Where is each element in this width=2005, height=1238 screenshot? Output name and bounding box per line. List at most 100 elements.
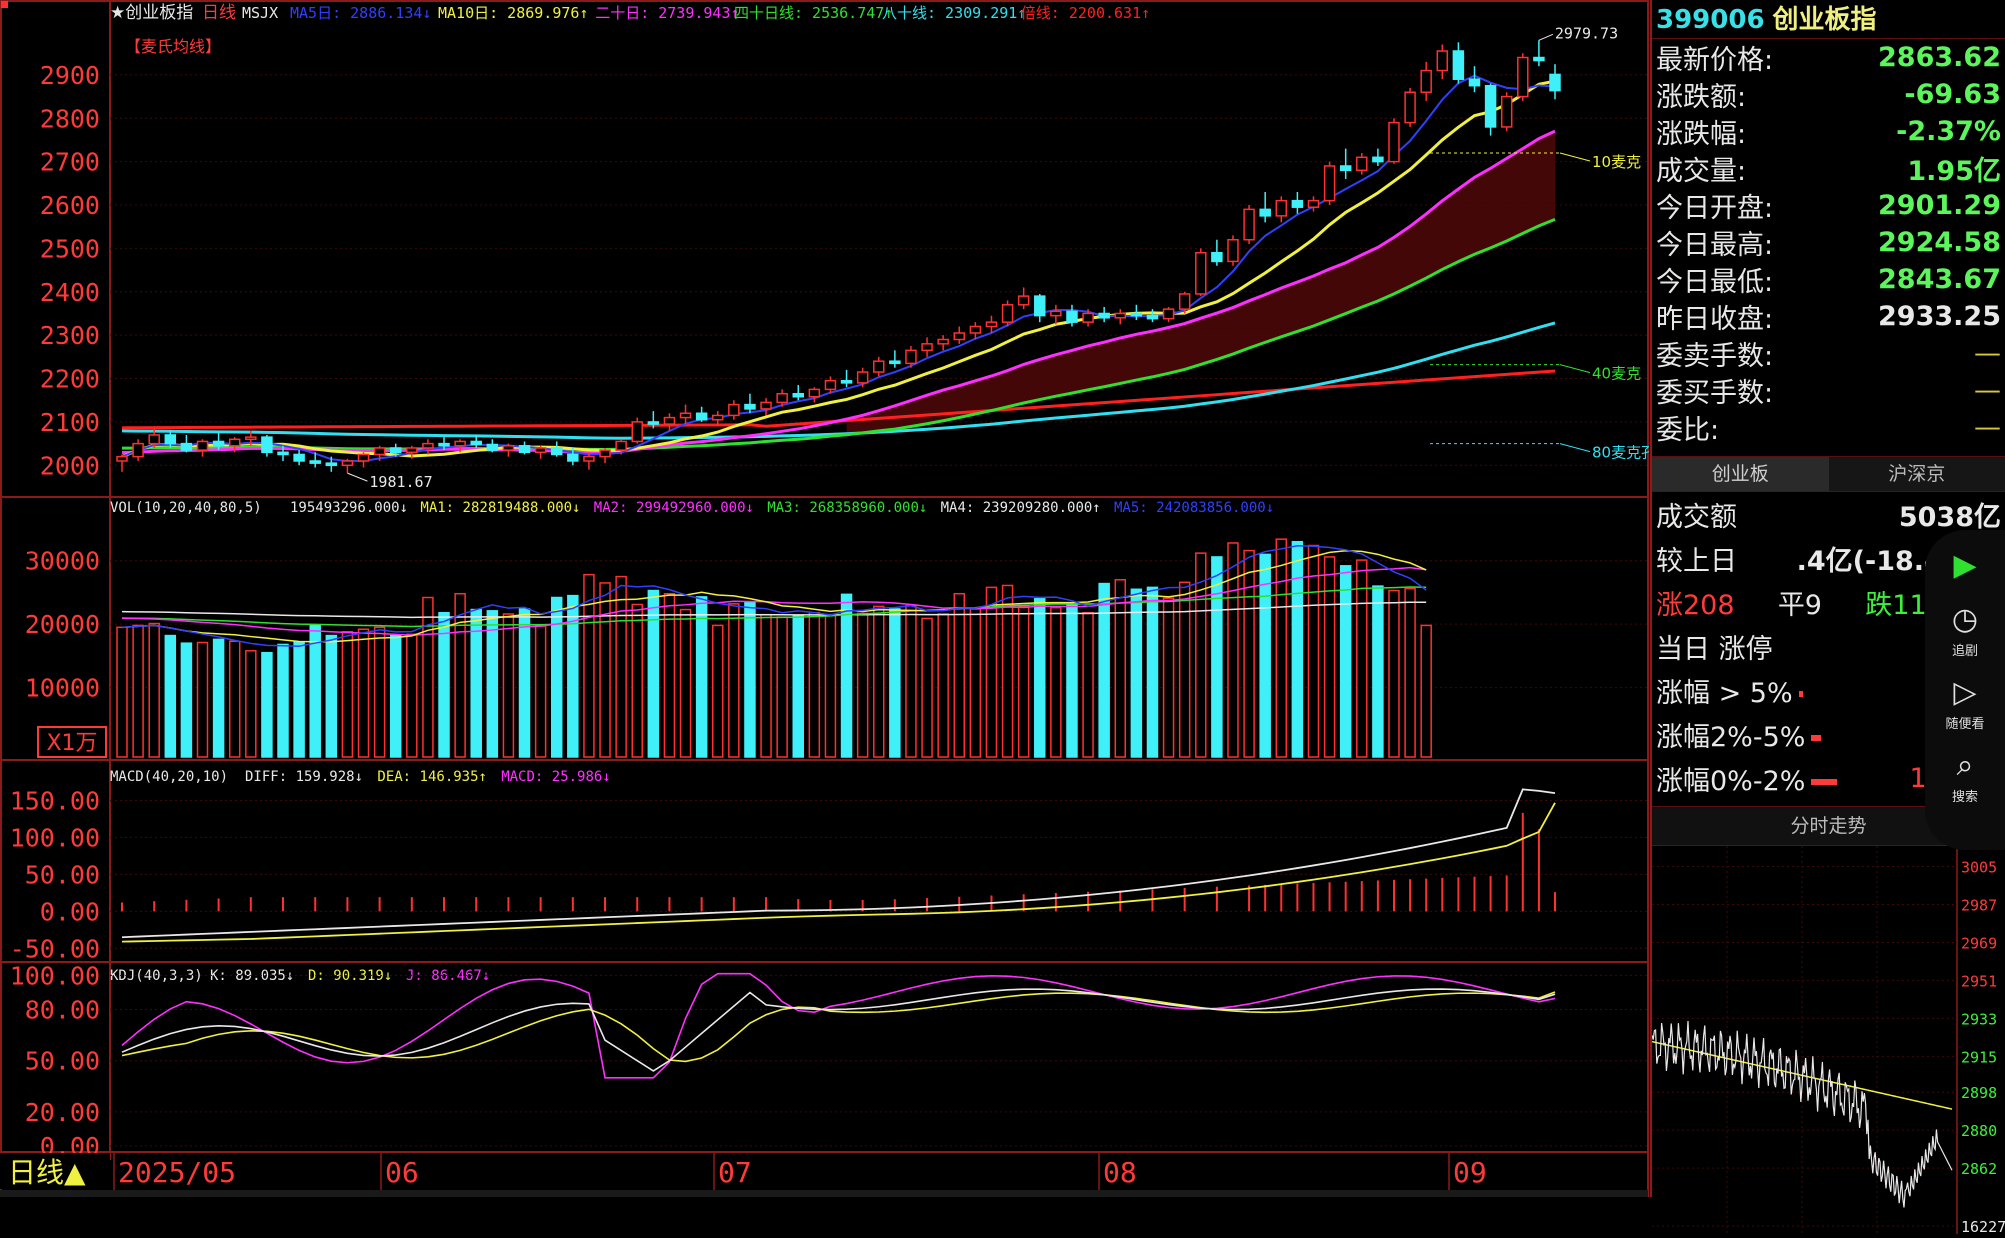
tab-hushen[interactable]: 沪深京 xyxy=(1829,457,2005,491)
candle-body xyxy=(1308,201,1318,208)
kdj-legend-item: J: 86.467↓ xyxy=(406,968,490,984)
candle-body xyxy=(165,435,175,444)
volume-bar xyxy=(165,636,175,757)
quote-value: 1.95亿 xyxy=(1907,149,2001,188)
turnover-row: 成交额 5038亿 xyxy=(1652,492,2005,536)
price-tick: 2700 xyxy=(40,148,100,177)
volume-bar xyxy=(713,625,723,757)
low-label: 1981.67 xyxy=(369,473,432,491)
volume-bar xyxy=(681,610,691,757)
play-icon: ▶ xyxy=(1935,546,1995,586)
period-label: 日线 xyxy=(202,3,236,23)
vol-legend-item: MA5: 242083856.000↓ xyxy=(1114,500,1274,516)
volume-bar xyxy=(1067,605,1077,757)
time-label: 08 xyxy=(1103,1156,1137,1189)
vol-tick: 30000 xyxy=(25,547,100,576)
intraday-tick: 2880 xyxy=(1961,1122,1997,1140)
candle-body xyxy=(1067,311,1077,322)
price-tick: 2600 xyxy=(40,191,100,220)
quote-row: 今日开盘:2901.29 xyxy=(1652,187,2005,224)
turnover-label: 成交额 xyxy=(1656,495,1737,534)
quote-row: 今日最高:2924.58 xyxy=(1652,224,2005,261)
volume-bar xyxy=(793,616,803,757)
quote-label: 委卖手数: xyxy=(1656,334,1773,373)
candle-body xyxy=(471,441,481,444)
float-menu-item[interactable]: ⌕搜索 xyxy=(1935,746,1995,805)
candle-body xyxy=(825,381,835,390)
kline-chart-svg[interactable]: ★创业板指日线MSJXMA5日: 2886.134↓MA10日: 2869.97… xyxy=(0,0,1650,1197)
tab-chinext[interactable]: 创业板 xyxy=(1652,457,1829,491)
time-label: 2025/05 xyxy=(118,1156,236,1189)
volume-bar xyxy=(954,594,964,757)
volume-bar xyxy=(407,634,417,757)
chart-subtitle: 【麦氏均线】 xyxy=(125,37,221,56)
vol-tick: 20000 xyxy=(25,610,100,639)
period-switch[interactable]: 日线▲ xyxy=(8,1156,86,1189)
float-menu-item[interactable]: ▶ xyxy=(1935,546,1995,586)
candle-body xyxy=(793,394,803,397)
quote-row: 涨跌额: -69.63 xyxy=(1652,76,2005,113)
indicator-label: MSJX xyxy=(242,4,278,22)
volume-bar xyxy=(729,604,739,757)
quote-value: — xyxy=(1974,412,2001,443)
volume-bar xyxy=(536,626,546,757)
volume-bar xyxy=(858,613,868,757)
kdj-tick: 20.00 xyxy=(25,1098,100,1127)
up-count: 涨208 xyxy=(1656,583,1735,622)
limit-label: 当日 涨停 xyxy=(1656,627,1773,666)
quote-title: 399006创业板指 xyxy=(1652,0,2005,39)
candle-body xyxy=(922,344,932,351)
quote-label: 今日开盘: xyxy=(1656,186,1773,225)
volume-bar xyxy=(375,627,385,757)
kdj-tick: 80.00 xyxy=(25,996,100,1025)
high-label: 2979.73 xyxy=(1555,24,1618,42)
macd-dea-line xyxy=(122,803,1555,942)
price-tick: 2300 xyxy=(40,321,100,350)
quote-value: -69.63 xyxy=(1904,79,2001,110)
volume-bar xyxy=(1003,585,1013,757)
volume-bar xyxy=(278,644,288,757)
float-menu-item[interactable]: ▷随便看 xyxy=(1935,673,1995,732)
macd-header: MACD(40,20,10) xyxy=(110,769,228,785)
candle-body xyxy=(1035,296,1045,316)
vol-legend-item: MA3: 268358960.000↓ xyxy=(767,500,927,516)
quote-label: 涨跌幅: xyxy=(1656,112,1746,151)
candle-body xyxy=(729,405,739,416)
candle-body xyxy=(198,441,208,450)
search-icon: ⌕ xyxy=(1935,746,1995,786)
vol-legend-item: MA1: 282819488.000↓ xyxy=(420,500,580,516)
macd-tick: 0.00 xyxy=(40,897,100,926)
volume-bar xyxy=(342,632,352,757)
volume-bar xyxy=(1389,591,1399,757)
candle-body xyxy=(954,333,964,340)
volume-bar xyxy=(761,615,771,757)
candle-body xyxy=(552,448,562,455)
volume-bar xyxy=(664,594,674,757)
quote-label: 涨跌额: xyxy=(1656,75,1746,114)
candle-body xyxy=(278,452,288,454)
vol-legend-item: MA2: 299492960.000↓ xyxy=(594,500,754,516)
float-menu-label: 随便看 xyxy=(1935,713,1995,732)
intraday-tick: 2862 xyxy=(1961,1160,1997,1178)
volume-bar xyxy=(1373,586,1383,757)
float-menu-item[interactable]: ◷追剧 xyxy=(1935,600,1995,659)
volume-bar xyxy=(1180,582,1190,757)
low-pointer xyxy=(347,473,367,481)
intraday-tick: 2951 xyxy=(1961,972,1997,990)
price-tick: 2200 xyxy=(40,365,100,394)
macd-tick: 150.00 xyxy=(10,786,100,815)
market-tabs: 创业板 沪深京 xyxy=(1652,456,2005,492)
volume-bar xyxy=(1099,584,1109,757)
candle-body xyxy=(1292,201,1302,208)
ma-legend-item: 二十日: 2739.943↑ xyxy=(595,4,739,22)
volume-bar xyxy=(825,615,835,757)
candle-body xyxy=(1470,79,1480,86)
candle-body xyxy=(1502,97,1512,127)
candle-body xyxy=(181,444,191,451)
kline-chart-area[interactable]: ★创业板指日线MSJXMA5日: 2886.134↓MA10日: 2869.97… xyxy=(0,0,1650,1197)
intraday-chart[interactable]: 3005298729692951293329152898288028621622… xyxy=(1652,846,2005,1234)
vol-unit: X1万 xyxy=(46,731,97,756)
volume-bar xyxy=(938,614,948,757)
macd-tick: -50.00 xyxy=(10,934,100,963)
candle-body xyxy=(745,405,755,409)
